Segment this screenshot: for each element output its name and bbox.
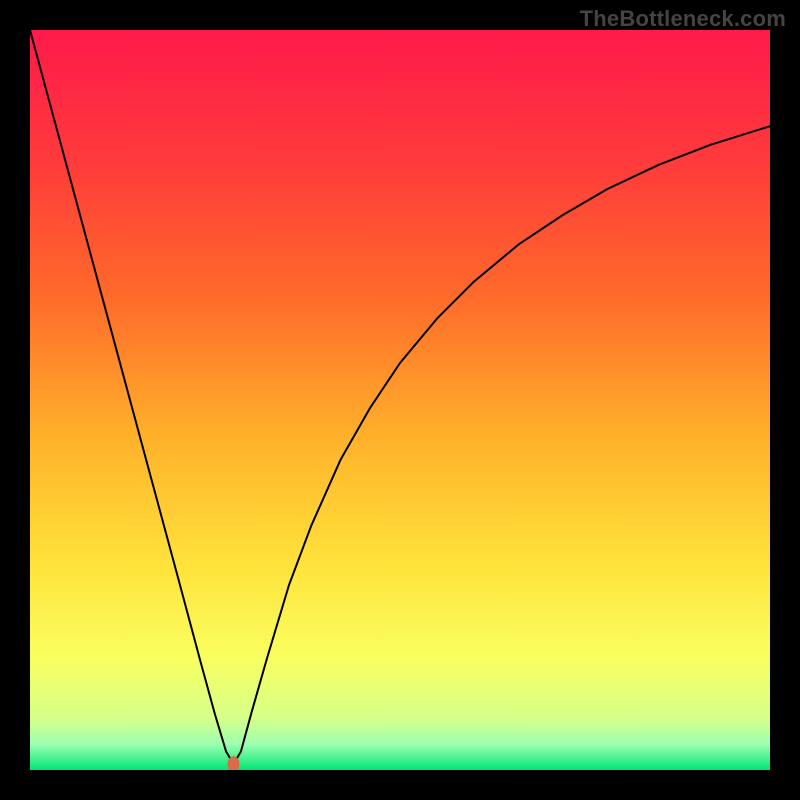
- chart-frame: TheBottleneck.com: [0, 0, 800, 800]
- chart-plot-area: [30, 30, 770, 770]
- chart-background: [30, 30, 770, 770]
- watermark-label: TheBottleneck.com: [580, 6, 786, 32]
- chart-svg: [30, 30, 770, 770]
